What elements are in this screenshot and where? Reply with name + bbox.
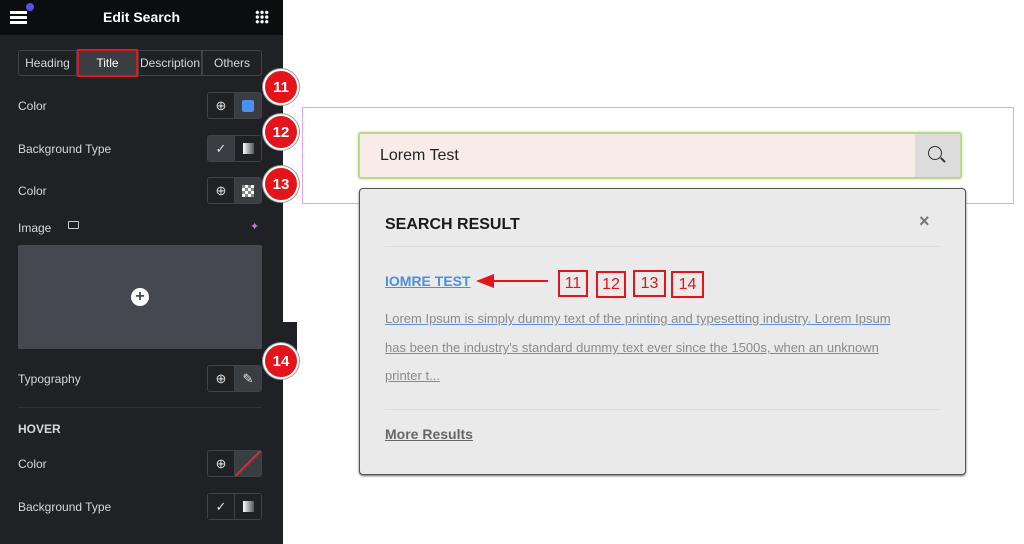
hover-heading: HOVER: [18, 422, 61, 436]
result-description-line[interactable]: printer t...: [385, 368, 440, 383]
editor-panel: Edit Search Heading Title Description Ot…: [0, 0, 283, 544]
pencil-icon[interactable]: ✎: [234, 366, 261, 391]
globe-icon[interactable]: ⊕: [208, 93, 234, 118]
divider: [385, 409, 940, 410]
add-image-icon[interactable]: +: [131, 288, 149, 306]
color-label-2: Color: [18, 184, 47, 198]
desktop-icon[interactable]: [68, 221, 79, 229]
annotation-badge-11: 11: [263, 69, 299, 105]
search-input[interactable]: Lorem Test: [358, 132, 962, 179]
tab-heading[interactable]: Heading: [18, 50, 77, 76]
gradient-icon[interactable]: [234, 136, 261, 161]
background-type-control[interactable]: ✓: [207, 135, 262, 162]
grid-apps-icon[interactable]: [255, 10, 269, 24]
tab-others[interactable]: Others: [202, 50, 262, 76]
brush-icon[interactable]: ✓: [208, 136, 234, 161]
transparent-swatch-icon[interactable]: [234, 178, 261, 203]
background-type-label: Background Type: [18, 142, 112, 156]
result-description-line[interactable]: Lorem Ipsum is simply dummy text of the …: [385, 311, 891, 326]
ai-sparkle-icon[interactable]: ✦: [250, 220, 259, 233]
close-icon[interactable]: ×: [919, 211, 930, 232]
result-description-line[interactable]: has been the industry's standard dummy t…: [385, 340, 879, 355]
hover-color-label: Color: [18, 457, 47, 471]
annotation-box-14: 14: [671, 271, 704, 298]
globe-icon[interactable]: ⊕: [208, 178, 234, 203]
gradient-icon[interactable]: [234, 494, 261, 519]
search-input-value: Lorem Test: [380, 147, 459, 164]
globe-icon[interactable]: ⊕: [208, 366, 234, 391]
color-control-2[interactable]: ⊕: [207, 177, 262, 204]
typography-label: Typography: [18, 372, 81, 386]
annotation-badge-13: 13: [263, 166, 299, 202]
divider: [385, 246, 940, 247]
hover-color-control[interactable]: ⊕: [207, 450, 262, 477]
panel-header: Edit Search: [0, 0, 283, 35]
image-label: Image: [18, 221, 52, 235]
annotation-box-11: 11: [558, 270, 588, 297]
color-label: Color: [18, 99, 47, 113]
panel-title: Edit Search: [102, 9, 181, 25]
search-button[interactable]: [915, 134, 960, 177]
typography-control[interactable]: ⊕ ✎: [207, 365, 262, 392]
annotation-badge-14: 14: [263, 343, 299, 379]
divider: [18, 407, 262, 408]
image-picker[interactable]: +: [18, 245, 262, 349]
search-icon-handle: [940, 157, 946, 163]
tab-description[interactable]: Description: [138, 50, 202, 76]
more-results-link[interactable]: More Results: [385, 426, 473, 442]
brush-icon[interactable]: ✓: [208, 494, 234, 519]
color-swatch[interactable]: [234, 93, 261, 118]
annotation-arrow-icon: [476, 274, 548, 288]
result-title-link[interactable]: IOMRE TEST: [385, 273, 471, 289]
annotation-box-13: 13: [633, 270, 666, 297]
annotation-badge-12: 12: [263, 114, 299, 150]
globe-icon[interactable]: ⊕: [208, 451, 234, 476]
color-control[interactable]: ⊕: [207, 92, 262, 119]
tab-title[interactable]: Title: [77, 49, 138, 77]
hover-background-type-label: Background Type: [18, 500, 112, 514]
annotation-box-12: 12: [596, 271, 626, 298]
results-heading: SEARCH RESULT: [385, 216, 520, 233]
empty-swatch[interactable]: [234, 451, 261, 476]
hover-background-type-control[interactable]: ✓: [207, 493, 262, 520]
